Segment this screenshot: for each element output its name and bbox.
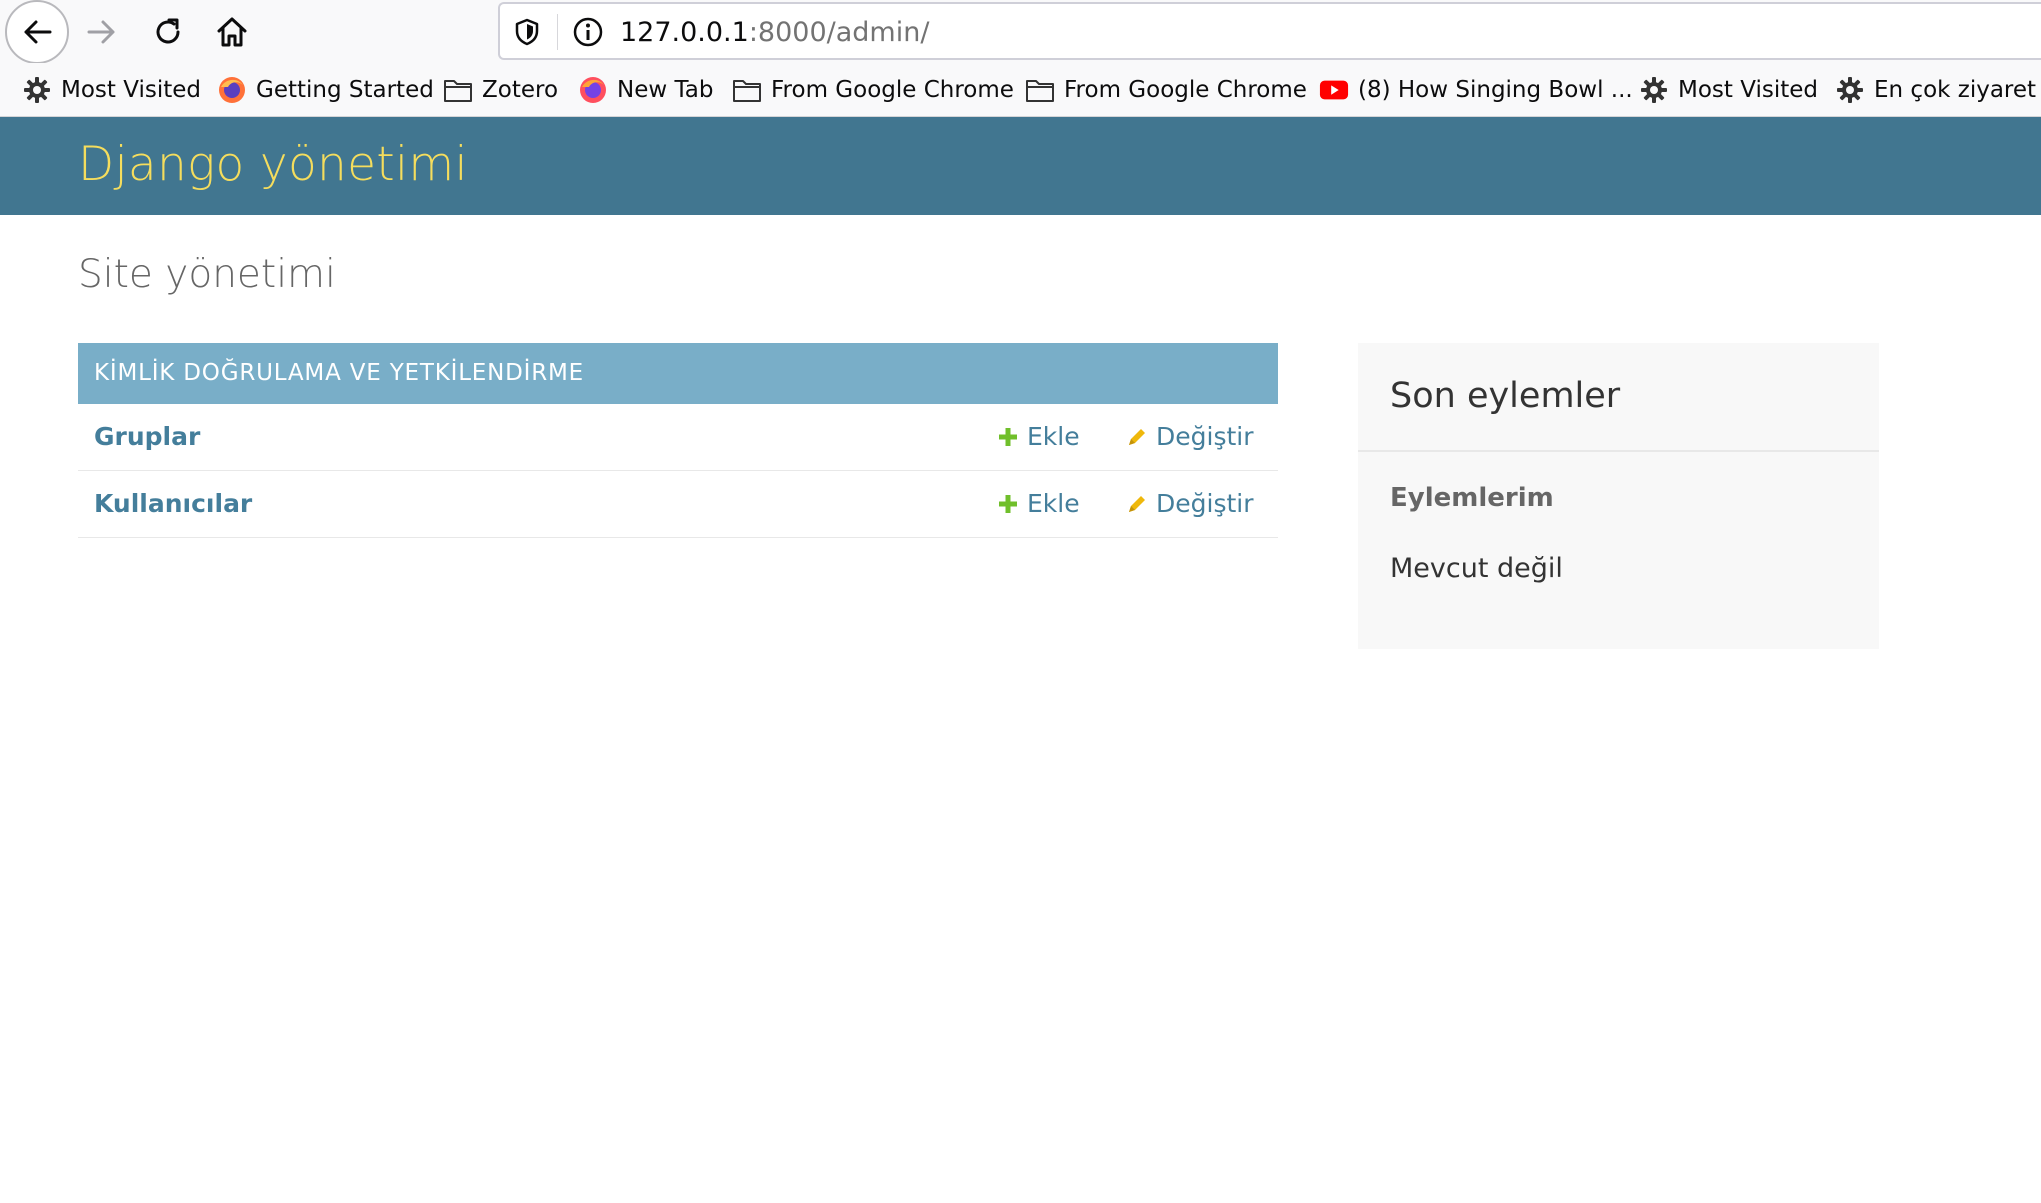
url-path: :8000/admin/	[748, 17, 930, 48]
plus-icon	[999, 494, 1017, 513]
bookmark-en-cok-ziyaret[interactable]: En çok ziyaret e	[1835, 73, 2041, 107]
app-module-caption[interactable]: KİMLİK DOĞRULAMA VE YETKİLENDİRME	[78, 343, 1278, 404]
admin-header: Django yönetimi	[0, 117, 2041, 215]
my-actions-heading: Eylemlerim	[1390, 483, 1554, 513]
bookmarks-toolbar: Most Visited Getting Started Zotero New …	[0, 63, 2041, 117]
bookmark-label: Most Visited	[1678, 77, 1818, 103]
app-module-auth: KİMLİK DOĞRULAMA VE YETKİLENDİRME Grupla…	[78, 343, 1278, 538]
bookmark-label: Getting Started	[256, 77, 434, 103]
recent-actions-title: Son eylemler	[1390, 376, 1621, 416]
gear-icon	[1835, 75, 1865, 105]
bookmark-most-visited-2[interactable]: Most Visited	[1639, 73, 1818, 107]
bookmark-label: From Google Chrome	[1064, 77, 1307, 103]
bookmark-label: Most Visited	[61, 77, 201, 103]
site-info-icon[interactable]	[572, 16, 604, 48]
browser-toolbar: 127.0.0.1:8000/admin/	[0, 0, 2041, 64]
url-text[interactable]: 127.0.0.1:8000/admin/	[620, 17, 929, 49]
bookmark-label: From Google Chrome	[771, 77, 1014, 103]
bookmark-label: New Tab	[617, 77, 714, 103]
pencil-icon	[1129, 495, 1145, 512]
model-link-groups[interactable]: Gruplar	[94, 422, 200, 451]
gear-icon	[22, 75, 52, 105]
add-groups-link[interactable]: Ekle	[997, 422, 1080, 451]
home-button[interactable]	[210, 10, 254, 54]
address-bar[interactable]: 127.0.0.1:8000/admin/	[498, 2, 2041, 60]
folder-icon	[732, 75, 762, 105]
bookmark-label: Zotero	[482, 77, 559, 103]
add-label: Ekle	[1027, 489, 1080, 518]
reload-icon	[156, 18, 180, 44]
folder-icon	[443, 75, 473, 105]
reload-button[interactable]	[146, 10, 190, 54]
firefox-icon	[217, 75, 247, 105]
home-icon	[217, 17, 247, 47]
model-link-users[interactable]: Kullanıcılar	[94, 489, 252, 518]
change-groups-link[interactable]: Değiştir	[1126, 422, 1254, 451]
model-row-users: Kullanıcılar Ekle Değiştir	[78, 471, 1278, 538]
forward-arrow-icon	[87, 20, 115, 44]
tracking-shield-icon[interactable]	[512, 17, 542, 47]
forward-button[interactable]	[80, 10, 124, 54]
bookmark-most-visited[interactable]: Most Visited	[22, 73, 201, 107]
site-branding-link[interactable]: Django yönetimi	[78, 137, 468, 192]
url-host: 127.0.0.1	[620, 17, 749, 48]
youtube-icon	[1319, 75, 1349, 105]
recent-actions-module: Son eylemler Eylemlerim Mevcut değil	[1358, 343, 1879, 649]
bookmark-label: (8) How Singing Bowl ...	[1358, 77, 1633, 103]
plus-icon	[999, 427, 1017, 446]
back-button[interactable]	[5, 0, 69, 64]
back-arrow-icon	[24, 20, 52, 44]
change-users-link[interactable]: Değiştir	[1126, 489, 1254, 518]
bookmark-youtube[interactable]: (8) How Singing Bowl ...	[1319, 73, 1633, 107]
bookmark-from-google-chrome[interactable]: From Google Chrome	[732, 73, 1014, 107]
url-separator	[557, 14, 558, 50]
recent-actions-divider	[1358, 450, 1879, 452]
bookmark-label: En çok ziyaret e	[1874, 77, 2041, 103]
change-label: Değiştir	[1156, 489, 1254, 518]
page-title: Site yönetimi	[78, 252, 336, 297]
folder-icon	[1025, 75, 1055, 105]
bookmark-new-tab[interactable]: New Tab	[578, 73, 713, 107]
bookmark-getting-started[interactable]: Getting Started	[217, 73, 434, 107]
add-users-link[interactable]: Ekle	[997, 489, 1080, 518]
add-label: Ekle	[1027, 422, 1080, 451]
no-actions-text: Mevcut değil	[1390, 553, 1563, 584]
firefox-icon	[578, 75, 608, 105]
pencil-icon	[1129, 428, 1145, 445]
bookmark-from-google-chrome-2[interactable]: From Google Chrome	[1025, 73, 1307, 107]
gear-icon	[1639, 75, 1669, 105]
bookmark-zotero[interactable]: Zotero	[443, 73, 558, 107]
model-row-groups: Gruplar Ekle Değiştir	[78, 404, 1278, 471]
change-label: Değiştir	[1156, 422, 1254, 451]
